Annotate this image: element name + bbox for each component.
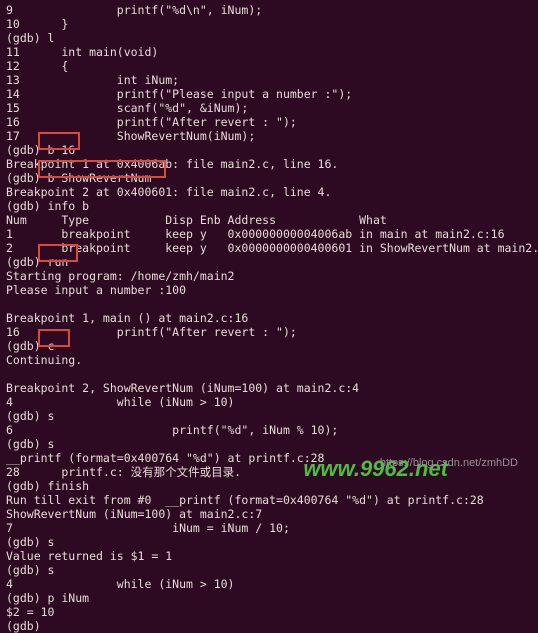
output-line: Please input a number :100 <box>6 283 186 297</box>
output-line: Breakpoint 1 at 0x4006ab: file main2.c, … <box>6 157 338 171</box>
output-line: 16 printf("After revert : "); <box>6 325 297 339</box>
output-line: 11 int main(void) <box>6 45 158 59</box>
output-line: $2 = 10 <box>6 605 54 619</box>
output-line: 6 printf("%d", iNum % 10); <box>6 423 338 437</box>
output-line: (gdb) finish <box>6 479 89 493</box>
output-line: (gdb) s <box>6 437 54 451</box>
output-line: (gdb) p iNum <box>6 591 89 605</box>
output-line: Breakpoint 2, ShowRevertNum (iNum=100) a… <box>6 381 359 395</box>
output-line: 16 printf("After revert : "); <box>6 115 297 129</box>
output-line: 13 int iNum; <box>6 73 179 87</box>
output-line: (gdb) s <box>6 535 54 549</box>
output-line: 9 printf("%d\n", iNum); <box>6 3 262 17</box>
output-line: 2 breakpoint keep y 0x0000000000400601 i… <box>6 241 538 255</box>
output-line: Starting program: /home/zmh/main2 <box>6 269 234 283</box>
output-line: 10 } <box>6 17 68 31</box>
output-line: (gdb) l <box>6 31 54 45</box>
output-line: 7 iNum = iNum / 10; <box>6 521 290 535</box>
output-line: Breakpoint 1, main () at main2.c:16 <box>6 311 248 325</box>
output-line: Num Type Disp Enb Address What <box>6 213 387 227</box>
output-line: (gdb) run <box>6 255 68 269</box>
output-line: 4 while (iNum > 10) <box>6 395 234 409</box>
output-line: 28 printf.c: 没有那个文件或目录. <box>6 465 241 479</box>
output-line: ShowRevertNum (iNum=100) at main2.c:7 <box>6 507 262 521</box>
output-line: 14 printf("Please input a number :"); <box>6 87 352 101</box>
output-line: (gdb) info b <box>6 199 89 213</box>
output-line: Value returned is $1 = 1 <box>6 549 172 563</box>
output-line: (gdb) s <box>6 563 54 577</box>
output-line: __printf (format=0x400764 "%d") at print… <box>6 451 325 465</box>
output-line: 17 ShowRevertNum(iNum); <box>6 129 255 143</box>
output-line: Breakpoint 2 at 0x400601: file main2.c, … <box>6 185 331 199</box>
output-line: (gdb) s <box>6 409 54 423</box>
output-line: (gdb) b 16 <box>6 143 75 157</box>
output-line: Run till exit from #0 __printf (format=0… <box>6 493 484 507</box>
output-line: (gdb) c <box>6 339 54 353</box>
gdb-input[interactable] <box>48 619 448 633</box>
output-line: 4 while (iNum > 10) <box>6 577 234 591</box>
output-line: (gdb) b ShowRevertNum <box>6 171 151 185</box>
terminal-output: 9 printf("%d\n", iNum); 10 } (gdb) l 11 … <box>6 3 532 633</box>
gdb-prompt: (gdb) <box>6 619 48 633</box>
output-line: 12 { <box>6 59 68 73</box>
output-line: Continuing. <box>6 353 82 367</box>
output-line: 15 scanf("%d", &iNum); <box>6 101 248 115</box>
output-line: 1 breakpoint keep y 0x00000000004006ab i… <box>6 227 505 241</box>
